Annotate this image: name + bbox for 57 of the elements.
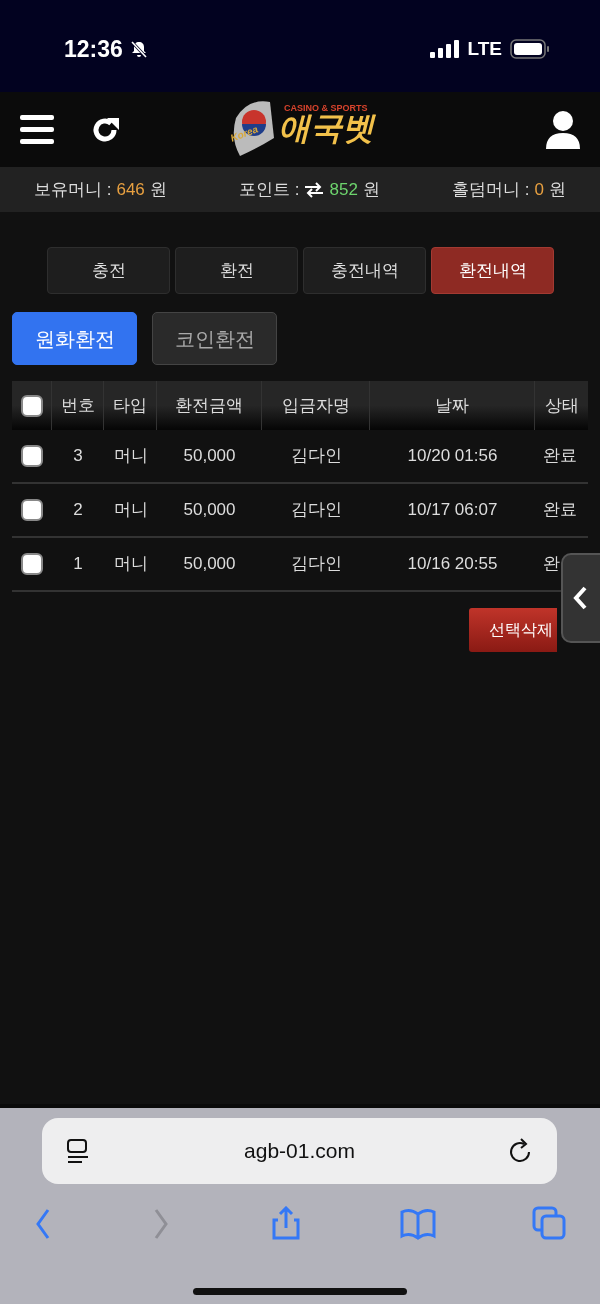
user-icon[interactable] [546, 110, 580, 149]
balance-label: 홀덤머니 : [452, 178, 530, 201]
table-cell-text: 완료 [543, 499, 577, 522]
tab[interactable]: 환전 [175, 247, 298, 294]
column-header: 날짜 [435, 394, 469, 417]
table-cell-text: 1 [73, 553, 83, 576]
checkbox[interactable] [20, 394, 43, 417]
column-header: 환전금액 [175, 394, 243, 417]
table-cell-text: 김다인 [290, 553, 342, 576]
exchange-type-tab[interactable]: 원화환전 [12, 312, 137, 365]
table-cell-text: 3 [73, 445, 83, 468]
battery-icon [510, 39, 550, 59]
currency-unit: 원 [362, 178, 380, 201]
table-cell-text: 50,000 [183, 499, 236, 522]
menu-icon[interactable] [20, 114, 54, 145]
balance-label: 포인트 : [239, 178, 300, 201]
table-cell-text: 머니 [113, 553, 148, 576]
tab[interactable]: 충전내역 [303, 247, 426, 294]
status-time: 12:36 [64, 34, 123, 64]
table-cell-text: 완 [543, 553, 560, 576]
exchange-icon [304, 181, 325, 198]
table-cell-text: 10/17 06:07 [407, 499, 498, 522]
url-text: agb-01.com [243, 1138, 356, 1165]
balance-value: 0 [534, 178, 544, 201]
checkbox[interactable] [21, 499, 43, 521]
table-cell-text: 2 [73, 499, 83, 522]
signal-icon [429, 40, 460, 58]
table-cell-text: 머니 [113, 499, 148, 522]
side-panel-tab[interactable] [561, 553, 600, 643]
column-header: 타입 [113, 394, 147, 417]
currency-unit: 원 [149, 178, 167, 201]
delete-selected-button[interactable]: 선택삭제 [469, 608, 557, 652]
chevron-left-icon [571, 585, 589, 611]
table-cell-text: 10/16 20:55 [407, 553, 498, 576]
tab[interactable]: 환전내역 [431, 247, 554, 294]
network-label: LTE [467, 36, 502, 61]
table-cell-text: 김다인 [290, 445, 342, 468]
table-cell-text: 김다인 [290, 499, 342, 522]
checkbox[interactable] [21, 553, 43, 575]
exchange-type-tab[interactable]: 코인환전 [152, 312, 277, 365]
column-header: 입금자명 [281, 394, 350, 417]
checkbox[interactable] [21, 445, 43, 467]
table-cell-text: 머니 [113, 445, 148, 468]
table-cell-text: 완료 [543, 445, 577, 468]
table-cell-text: 10/20 01:56 [407, 445, 498, 468]
column-header: 상태 [544, 394, 579, 417]
tab[interactable]: 충전 [47, 247, 170, 294]
reload-icon[interactable] [509, 1138, 533, 1164]
balance-value: 852 [329, 178, 358, 201]
currency-unit: 원 [549, 178, 566, 201]
table-cell-text: 50,000 [183, 553, 236, 576]
balance-value: 646 [116, 178, 145, 201]
balance-label: 보유머니 : [34, 178, 112, 201]
column-header: 번호 [60, 394, 95, 417]
address-bar[interactable]: agb-01.com [42, 1118, 557, 1184]
table-cell-text: 50,000 [183, 445, 236, 468]
reader-icon[interactable] [66, 1138, 90, 1164]
